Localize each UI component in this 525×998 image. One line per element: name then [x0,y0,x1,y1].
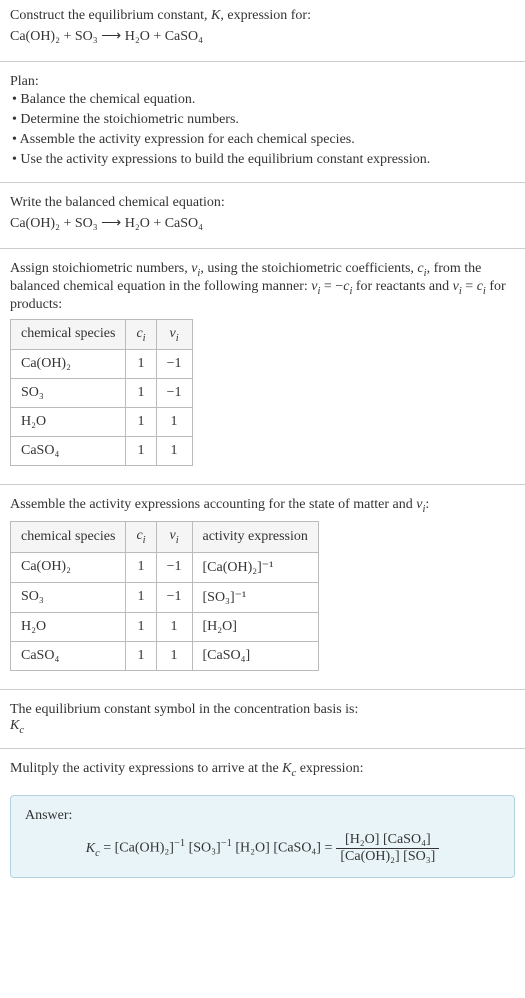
divider [0,748,525,749]
divider [0,484,525,485]
kc-expression: Kc = [Ca(OH)₂]−1 [SO₃]−1 [H₂O] [CaSO₄] =… [25,824,500,865]
table-row: Ca(OH)₂ 1 −1 [11,350,193,379]
cell-species: SO₃ [11,582,126,612]
activity-section: Assemble the activity expressions accoun… [0,489,525,685]
balanced-title: Write the balanced chemical equation: [10,195,515,211]
cell-c: 1 [126,552,156,582]
col-ci: ci [126,319,156,350]
table-row: H₂O 1 1 [11,408,193,437]
plan-item: • Balance the chemical equation. [12,90,515,110]
answer-box: Answer: Kc = [Ca(OH)₂]−1 [SO₃]−1 [H₂O] [… [10,795,515,878]
cell-c: 1 [126,408,156,437]
divider [0,182,525,183]
cell-v: 1 [156,641,192,670]
cell-expr: [SO₃]⁻¹ [192,582,318,612]
cell-c: 1 [126,612,156,641]
table-row: SO₃ 1 −1 [11,379,193,408]
cell-species: CaSO₄ [11,437,126,466]
multiply-text: Mulitply the activity expressions to arr… [10,761,515,779]
header-section: Construct the equilibrium constant, K, e… [0,0,525,57]
col-species: chemical species [11,522,126,553]
table-row: CaSO₄ 1 1 [CaSO₄] [11,641,319,670]
kc-lhs: Kc = [Ca(OH)₂]−1 [SO₃]−1 [H₂O] [CaSO₄] = [86,838,333,858]
table-header-row: chemical species ci νi [11,319,193,350]
plan-list: • Balance the chemical equation. • Deter… [10,90,515,170]
kc-symbol: Kc [10,718,515,736]
plan-item: • Determine the stoichiometric numbers. [12,110,515,130]
cell-v: 1 [156,437,192,466]
cell-species: CaSO₄ [11,641,126,670]
assign-section: Assign stoichiometric numbers, νi, using… [0,253,525,480]
assign-text: Assign stoichiometric numbers, νi, using… [10,261,515,313]
balanced-equation: Ca(OH)₂ + SO₃ ⟶ H₂O + CaSO₄ [10,211,515,236]
balanced-section: Write the balanced chemical equation: Ca… [0,187,525,244]
symbol-section: The equilibrium constant symbol in the c… [0,694,525,744]
col-activity: activity expression [192,522,318,553]
plan-item: • Assemble the activity expression for e… [12,130,515,150]
cell-species: Ca(OH)₂ [11,350,126,379]
cell-expr: [CaSO₄] [192,641,318,670]
cell-v: 1 [156,408,192,437]
cell-c: 1 [126,379,156,408]
cell-c: 1 [126,437,156,466]
col-ci: ci [126,522,156,553]
cell-species: H₂O [11,408,126,437]
cell-species: H₂O [11,612,126,641]
plan-title: Plan: [10,74,515,90]
table-header-row: chemical species ci νi activity expressi… [11,522,319,553]
cell-c: 1 [126,350,156,379]
construct-text: Construct the equilibrium constant, K, e… [10,8,311,23]
cell-expr: [H₂O] [192,612,318,641]
symbol-text: The equilibrium constant symbol in the c… [10,702,515,718]
cell-c: 1 [126,641,156,670]
cell-species: Ca(OH)₂ [11,552,126,582]
fraction-denominator: [Ca(OH)₂] [SO₃] [336,849,439,865]
plan-section: Plan: • Balance the chemical equation. •… [0,66,525,178]
table-row: SO₃ 1 −1 [SO₃]⁻¹ [11,582,319,612]
activity-table: chemical species ci νi activity expressi… [10,521,319,671]
kc-fraction: [H₂O] [CaSO₄] [Ca(OH)₂] [SO₃] [336,832,439,865]
col-vi: νi [156,319,192,350]
col-vi: νi [156,522,192,553]
cell-v: −1 [156,582,192,612]
multiply-section: Mulitply the activity expressions to arr… [0,753,525,787]
answer-label: Answer: [25,808,500,824]
activity-text: Assemble the activity expressions accoun… [10,497,515,515]
cell-species: SO₃ [11,379,126,408]
table-row: CaSO₄ 1 1 [11,437,193,466]
divider [0,61,525,62]
divider [0,248,525,249]
cell-c: 1 [126,582,156,612]
construct-line: Construct the equilibrium constant, K, e… [10,8,515,24]
cell-v: −1 [156,379,192,408]
col-species: chemical species [11,319,126,350]
cell-expr: [Ca(OH)₂]⁻¹ [192,552,318,582]
plan-item: • Use the activity expressions to build … [12,150,515,170]
fraction-numerator: [H₂O] [CaSO₄] [336,832,439,849]
cell-v: −1 [156,350,192,379]
header-equation: Ca(OH)₂ + SO₃ ⟶ H₂O + CaSO₄ [10,24,515,49]
divider [0,689,525,690]
cell-v: 1 [156,612,192,641]
stoichiometric-table: chemical species ci νi Ca(OH)₂ 1 −1 SO₃ … [10,319,193,467]
table-row: Ca(OH)₂ 1 −1 [Ca(OH)₂]⁻¹ [11,552,319,582]
cell-v: −1 [156,552,192,582]
table-row: H₂O 1 1 [H₂O] [11,612,319,641]
